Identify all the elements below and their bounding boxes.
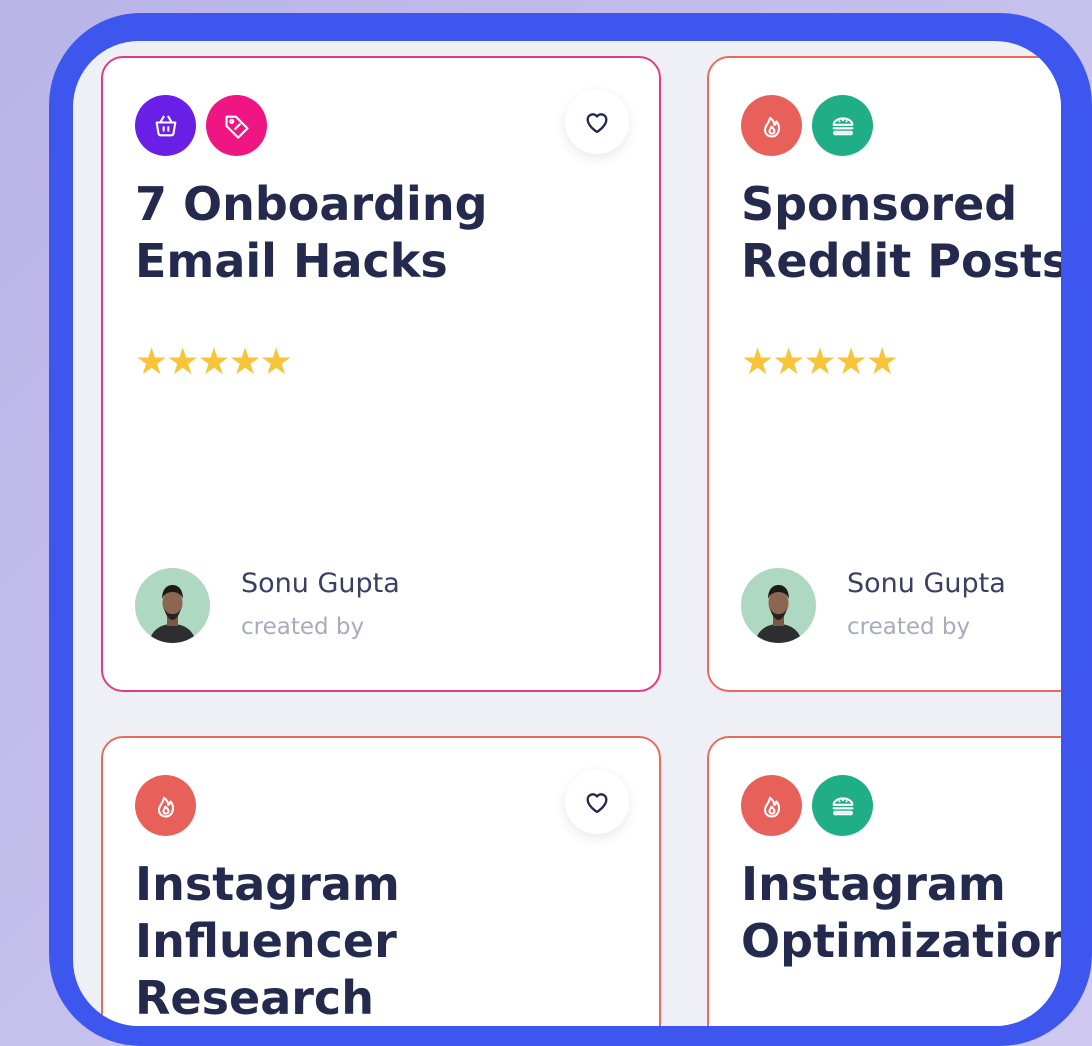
category-tags [741, 95, 873, 156]
avatar [135, 568, 210, 643]
heart-icon [586, 793, 608, 814]
category-tags [135, 775, 196, 836]
card-title[interactable]: Instagram Influencer Research [135, 856, 635, 1026]
favorite-button[interactable] [565, 770, 629, 834]
favorite-button[interactable] [565, 90, 629, 154]
author-name: Sonu Gupta [847, 568, 1006, 599]
flame-icon [741, 775, 802, 836]
price-tag-icon [206, 95, 267, 156]
avatar [741, 568, 816, 643]
star-rating: ★★★★★ [135, 340, 293, 383]
template-card[interactable]: Instagram Optimization [707, 736, 1061, 1026]
card-title[interactable]: Instagram Optimization [741, 856, 1061, 970]
card-title[interactable]: Sponsored Reddit Posts [741, 176, 1061, 290]
burger-icon [812, 775, 873, 836]
flame-icon [135, 775, 196, 836]
author-name: Sonu Gupta [241, 568, 400, 599]
device-frame: 7 Onboarding Email Hacks ★★★★★ Sonu Gupta… [49, 13, 1092, 1046]
card-title[interactable]: 7 Onboarding Email Hacks [135, 176, 635, 290]
basket-icon [135, 95, 196, 156]
heart-icon [586, 113, 608, 134]
category-tags [135, 95, 267, 156]
template-card[interactable]: 7 Onboarding Email Hacks ★★★★★ Sonu Gupta… [101, 56, 661, 692]
flame-icon [741, 95, 802, 156]
star-rating: ★★★★★ [741, 340, 899, 383]
author-role: created by [847, 614, 971, 640]
category-tags [741, 775, 873, 836]
burger-icon [812, 95, 873, 156]
template-card[interactable]: Instagram Influencer Research [101, 736, 661, 1026]
app-screen: 7 Onboarding Email Hacks ★★★★★ Sonu Gupta… [73, 41, 1061, 1026]
author-role: created by [241, 614, 365, 640]
template-card[interactable]: Sponsored Reddit Posts ★★★★★ Sonu Gupta c… [707, 56, 1061, 692]
